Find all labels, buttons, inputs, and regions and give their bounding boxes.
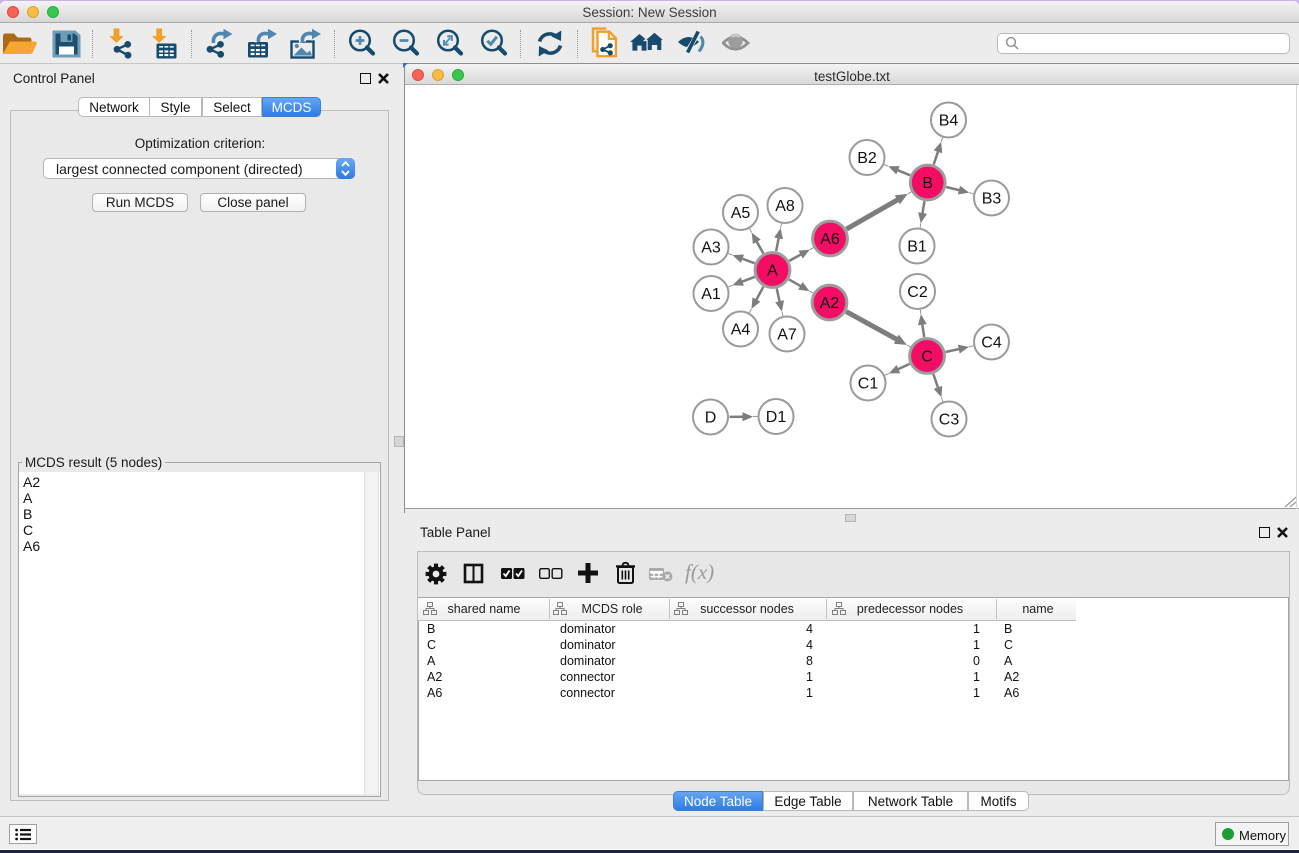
svg-text:B2: B2 (857, 150, 877, 167)
svg-text:A2: A2 (820, 295, 840, 312)
svg-text:D: D (705, 410, 717, 427)
svg-text:A6: A6 (820, 231, 840, 248)
svg-text:A5: A5 (731, 205, 751, 222)
svg-text:A8: A8 (775, 198, 795, 215)
svg-text:C4: C4 (981, 335, 1002, 352)
svg-text:B1: B1 (907, 239, 927, 256)
svg-text:D1: D1 (766, 409, 787, 426)
svg-text:C1: C1 (858, 376, 879, 393)
svg-text:B4: B4 (939, 113, 959, 130)
svg-text:A1: A1 (701, 286, 721, 303)
svg-text:A4: A4 (731, 322, 751, 339)
svg-text:C3: C3 (939, 412, 960, 429)
svg-text:A7: A7 (777, 327, 797, 344)
svg-text:A: A (767, 263, 778, 280)
svg-text:C: C (921, 349, 933, 366)
svg-text:A3: A3 (701, 240, 721, 257)
svg-text:B3: B3 (982, 191, 1002, 208)
svg-text:C2: C2 (907, 284, 928, 301)
svg-text:B: B (922, 175, 933, 192)
